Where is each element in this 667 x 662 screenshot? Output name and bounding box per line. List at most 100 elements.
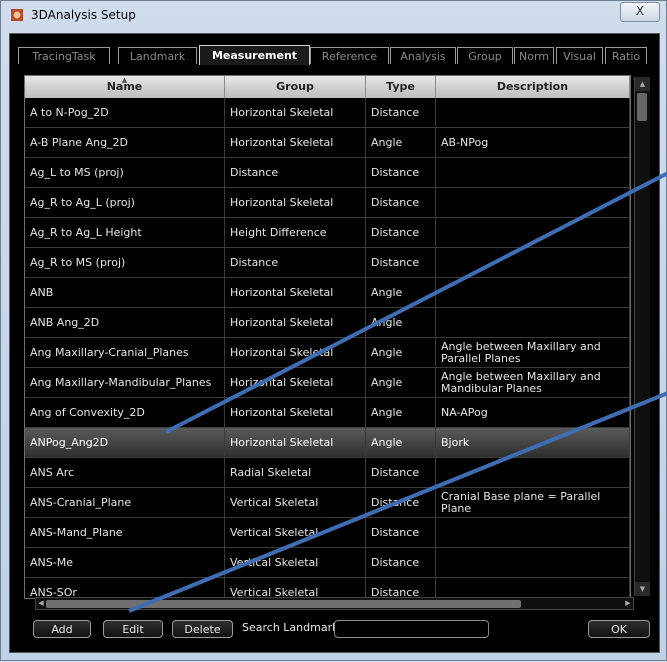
tab-visual[interactable]: Visual: [556, 47, 603, 64]
cell-description: [436, 188, 630, 218]
cell-type: Distance: [366, 578, 436, 598]
tab-ratio[interactable]: Ratio: [605, 47, 647, 64]
tab-group[interactable]: Group: [457, 47, 513, 64]
cell-type: Angle: [366, 428, 436, 458]
cell-type: Distance: [366, 158, 436, 188]
cell-type: Angle: [366, 278, 436, 308]
cell-group: Vertical Skeletal: [225, 518, 366, 548]
cell-type: Angle: [366, 368, 436, 398]
table-row[interactable]: Ag_R to Ag_L (proj) Horizontal Skeletal Di…: [25, 188, 630, 218]
cell-group: Horizontal Skeletal: [225, 338, 366, 368]
horizontal-scrollbar[interactable]: ◀ ▶: [35, 597, 634, 610]
table-row[interactable]: A to N-Pog_2D Horizontal Skeletal Distance: [25, 98, 630, 128]
table-row[interactable]: Ang Maxillary-Mandibular_Planes Horizonta…: [25, 368, 630, 398]
cell-name: Ang Maxillary-Mandibular_Planes: [25, 368, 225, 398]
cell-type: Distance: [366, 458, 436, 488]
cell-description: AB-NPog: [436, 128, 630, 158]
scroll-up-icon[interactable]: ▲: [635, 77, 650, 91]
table-row[interactable]: Ag_R to MS (proj) Distance Distance: [25, 248, 630, 278]
search-landmark-label: Search Landmark:: [242, 621, 343, 634]
vertical-scroll-thumb[interactable]: [637, 93, 647, 121]
table-row[interactable]: ANB Ang_2D Horizontal Skeletal Angle: [25, 308, 630, 338]
cell-name: Ag_L to MS (proj): [25, 158, 225, 188]
horizontal-scroll-thumb[interactable]: [46, 600, 521, 608]
cell-name: ANB: [25, 278, 225, 308]
cell-type: Distance: [366, 518, 436, 548]
cell-group: Radial Skeletal: [225, 458, 366, 488]
table-row[interactable]: ANS-Cranial_Plane Vertical Skeletal Distan…: [25, 488, 630, 518]
tab-landmark[interactable]: Landmark: [118, 47, 197, 64]
cell-description: Cranial Base plane = Parallel Plane: [436, 488, 630, 518]
table-row[interactable]: ANS Arc Radial Skeletal Distance: [25, 458, 630, 488]
cell-name: A-B Plane Ang_2D: [25, 128, 225, 158]
cell-type: Distance: [366, 218, 436, 248]
ok-button[interactable]: OK: [588, 620, 650, 638]
cell-name: ANS Arc: [25, 458, 225, 488]
table-row[interactable]: Ang of Convexity_2D Horizontal Skeletal An…: [25, 398, 630, 428]
cell-type: Angle: [366, 398, 436, 428]
cell-type: Angle: [366, 338, 436, 368]
table-row[interactable]: ANPog_Ang2D Horizontal Skeletal Angle Bjork: [25, 428, 630, 458]
add-button[interactable]: Add: [33, 620, 91, 638]
cell-group: Height Difference: [225, 218, 366, 248]
column-header-type[interactable]: Type: [366, 76, 436, 98]
cell-description: [436, 548, 630, 578]
table-row[interactable]: Ag_L to MS (proj) Distance Distance: [25, 158, 630, 188]
tab-measurement[interactable]: Measurement: [199, 45, 310, 65]
cell-description: Bjork: [436, 428, 630, 458]
tab-reference[interactable]: Reference: [310, 47, 389, 64]
cell-name: Ang Maxillary-Cranial_Planes: [25, 338, 225, 368]
cell-description: [436, 578, 630, 598]
cell-description: Angle between Maxillary and Mandibular P…: [436, 368, 630, 398]
table-row[interactable]: ANS-Me Vertical Skeletal Distance: [25, 548, 630, 578]
cell-description: [436, 458, 630, 488]
cell-group: Horizontal Skeletal: [225, 308, 366, 338]
cell-group: Vertical Skeletal: [225, 548, 366, 578]
search-landmark-input[interactable]: [334, 620, 489, 638]
column-header-description[interactable]: Description: [436, 76, 630, 98]
table-row[interactable]: Ag_R to Ag_L Height Height Difference Dist…: [25, 218, 630, 248]
cell-description: [436, 98, 630, 128]
cell-group: Distance: [225, 248, 366, 278]
close-button[interactable]: X: [620, 2, 660, 22]
cell-type: Angle: [366, 128, 436, 158]
cell-group: Horizontal Skeletal: [225, 368, 366, 398]
cell-name: Ang of Convexity_2D: [25, 398, 225, 428]
cell-group: Vertical Skeletal: [225, 578, 366, 598]
tab-analysis[interactable]: Analysis: [390, 47, 456, 64]
table-row[interactable]: Ang Maxillary-Cranial_Planes Horizontal S…: [25, 338, 630, 368]
cell-name: ANS-Me: [25, 548, 225, 578]
cell-name: ANS-Cranial_Plane: [25, 488, 225, 518]
edit-button[interactable]: Edit: [103, 620, 163, 638]
cell-group: Horizontal Skeletal: [225, 188, 366, 218]
cell-group: Horizontal Skeletal: [225, 428, 366, 458]
table-row[interactable]: A-B Plane Ang_2D Horizontal Skeletal Angle…: [25, 128, 630, 158]
cell-name: ANS-SOr: [25, 578, 225, 598]
scroll-down-icon[interactable]: ▼: [635, 582, 650, 596]
setup-window: 3DAnalysis Setup X TracingTask Landmark …: [0, 0, 667, 661]
cell-group: Horizontal Skeletal: [225, 128, 366, 158]
table-row[interactable]: ANS-SOr Vertical Skeletal Distance: [25, 578, 630, 598]
cell-group: Horizontal Skeletal: [225, 398, 366, 428]
sort-ascending-icon: ▲: [121, 76, 128, 84]
cell-description: Angle between Maxillary and Parallel Pla…: [436, 338, 630, 368]
cell-description: [436, 308, 630, 338]
measurement-grid[interactable]: ▲ Name Group Type Description A to N-Pog…: [24, 75, 631, 599]
window-title: 3DAnalysis Setup: [31, 8, 136, 22]
cell-description: [436, 158, 630, 188]
cell-type: Distance: [366, 188, 436, 218]
column-header-group[interactable]: Group: [225, 76, 366, 98]
scroll-right-icon[interactable]: ▶: [623, 598, 633, 609]
column-header-name[interactable]: ▲ Name: [25, 76, 225, 98]
vertical-scrollbar[interactable]: ▲ ▼: [634, 77, 650, 596]
cell-type: Distance: [366, 548, 436, 578]
cell-type: Distance: [366, 98, 436, 128]
tab-norm[interactable]: Norm: [514, 47, 554, 64]
cell-type: Angle: [366, 308, 436, 338]
delete-button[interactable]: Delete: [172, 620, 233, 638]
table-row[interactable]: ANS-Mand_Plane Vertical Skeletal Distance: [25, 518, 630, 548]
tab-tracingtask[interactable]: TracingTask: [18, 47, 110, 64]
scroll-left-icon[interactable]: ◀: [36, 598, 46, 609]
table-row[interactable]: ANB Horizontal Skeletal Angle: [25, 278, 630, 308]
cell-description: [436, 248, 630, 278]
